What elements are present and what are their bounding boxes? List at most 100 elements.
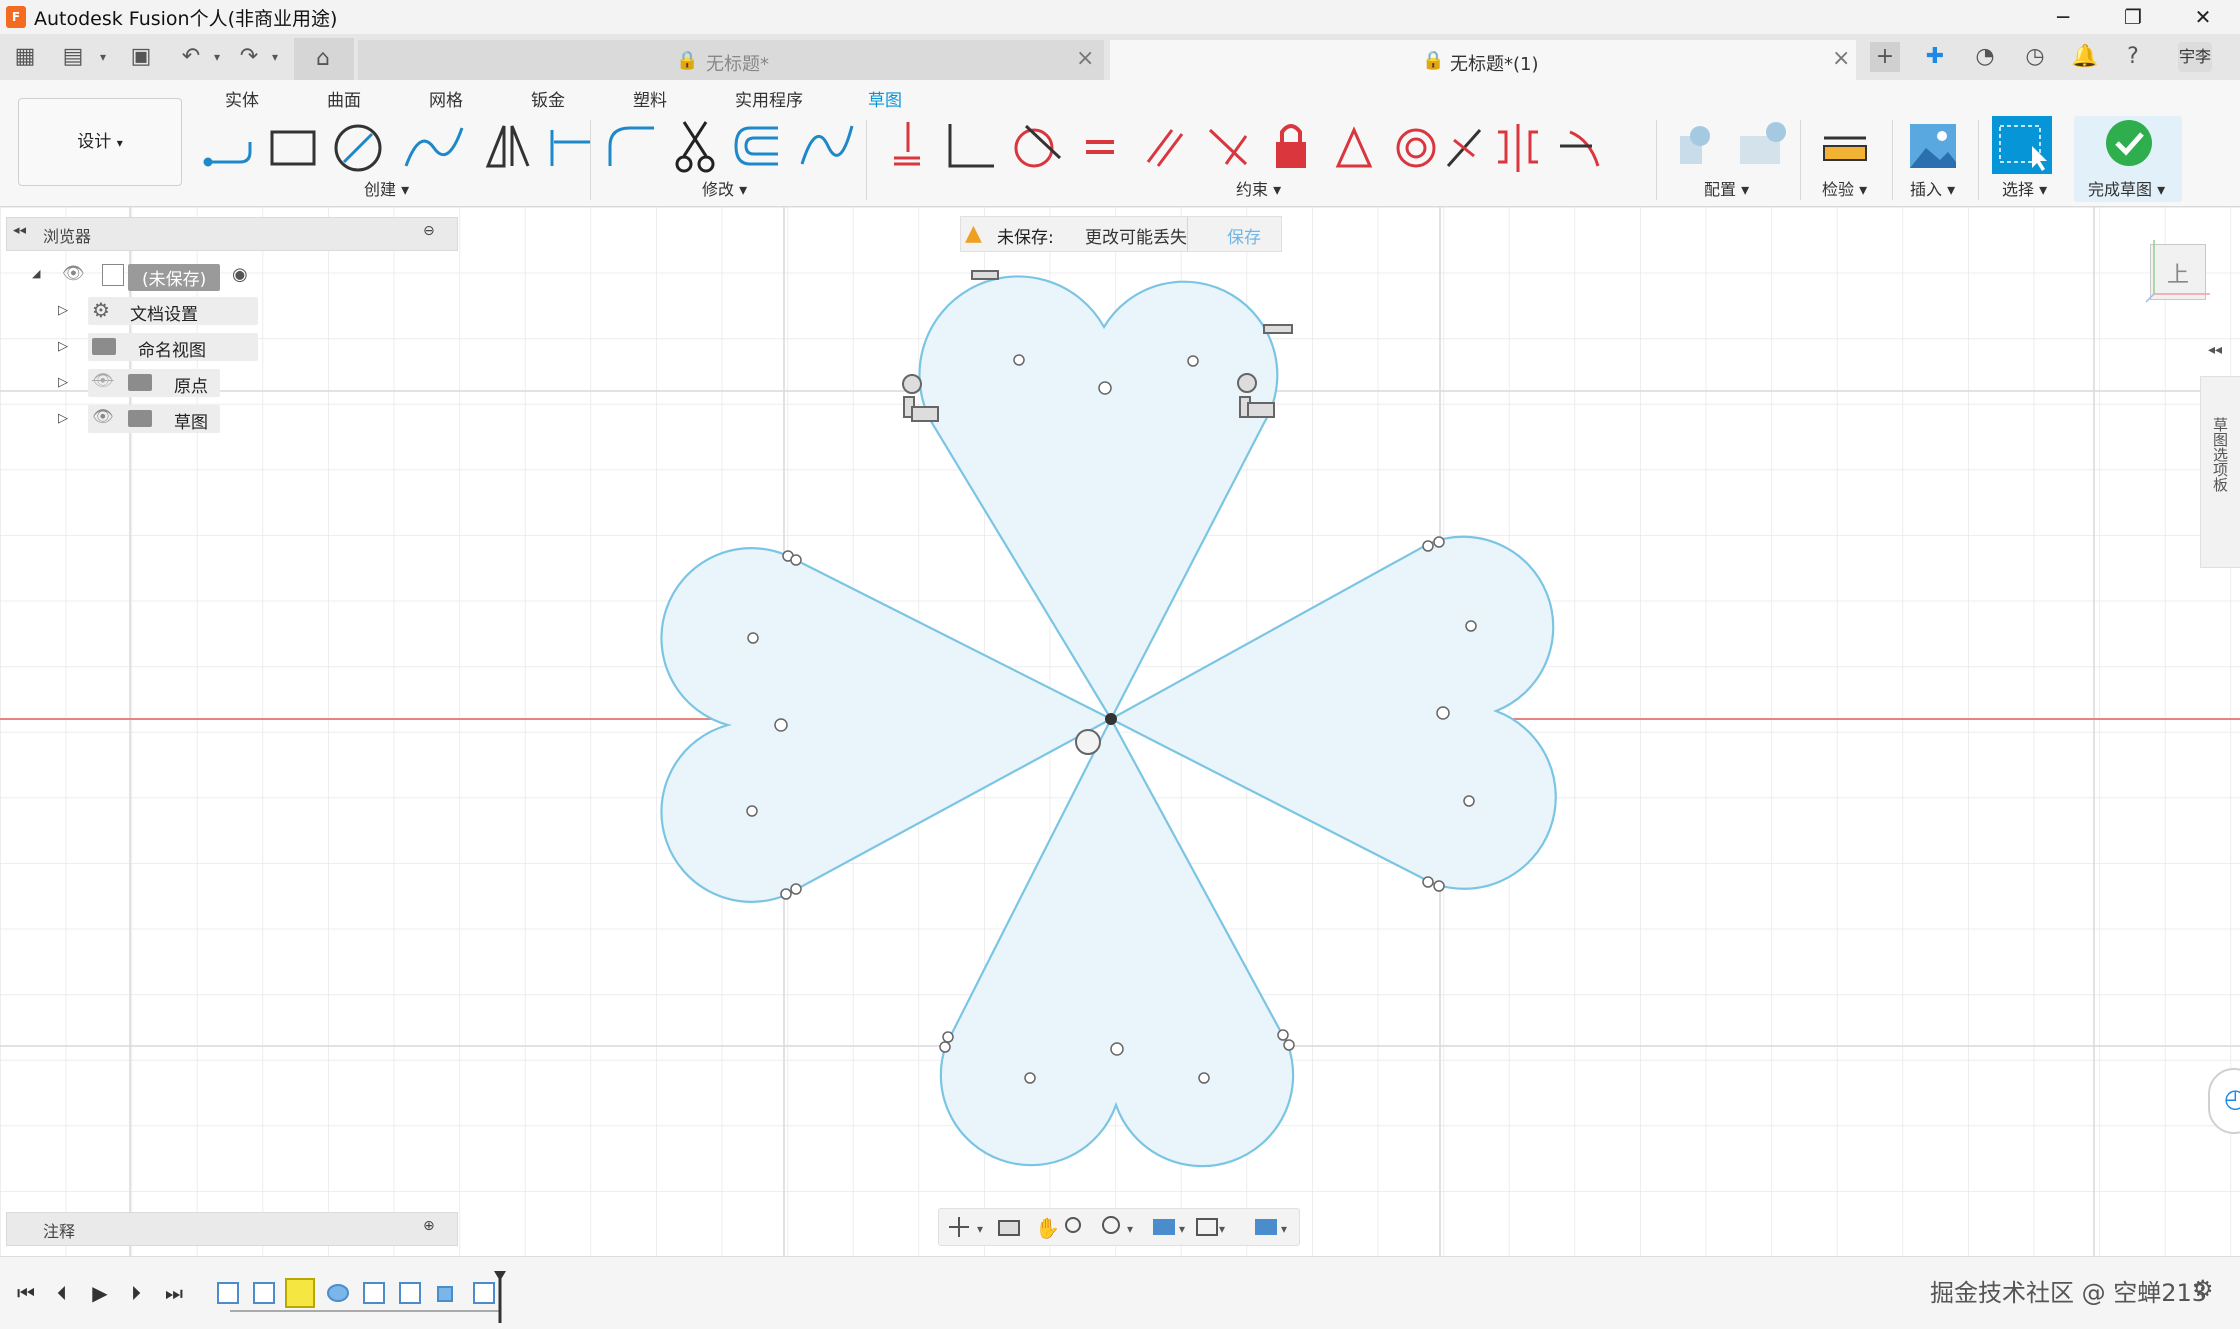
inspect-group-label[interactable]: 检验 ▾: [1822, 176, 1867, 200]
configure-table-icon[interactable]: [1736, 118, 1792, 174]
file-dropdown-icon[interactable]: ▾: [88, 42, 118, 72]
save-icon[interactable]: ▣: [126, 42, 156, 72]
coincident-constraint-icon: [894, 122, 920, 166]
sketch-canvas[interactable]: [0, 207, 2240, 1256]
configure-parameters-icon[interactable]: [1676, 118, 1732, 174]
tab-sketch[interactable]: 草图: [858, 84, 912, 117]
collapsed-arrow-icon[interactable]: ▷: [58, 411, 68, 426]
unsaved-message: 更改可能丢失: [1085, 228, 1187, 248]
lock-icon: 🔒: [676, 50, 699, 71]
collapse-panel-icon[interactable]: ◂◂: [13, 223, 26, 238]
tab-utilities[interactable]: 实用程序: [735, 86, 803, 111]
tab-mesh[interactable]: 网格: [429, 86, 463, 111]
user-avatar[interactable]: 宇李: [2178, 42, 2212, 72]
tab-solid[interactable]: 实体: [225, 86, 259, 111]
chevron-down-icon: ▾: [977, 1222, 983, 1236]
constraints-group-label[interactable]: 约束 ▾: [1236, 176, 1281, 200]
insert-image-icon[interactable]: [1906, 118, 1962, 174]
minimize-panel-icon[interactable]: ⊖: [423, 223, 435, 239]
browser-item-label: 文档设置: [130, 305, 198, 325]
document-tab-inactive[interactable]: 🔒 无标题* ×: [358, 40, 1104, 80]
minimize-button[interactable]: ─: [2028, 0, 2098, 34]
title-bar: F Autodesk Fusion个人(非商业用途) ─ ❐ ✕: [0, 0, 2240, 34]
finish-sketch-button[interactable]: 完成草图 ▾: [2074, 116, 2182, 202]
collapsed-arrow-icon[interactable]: ▷: [58, 339, 68, 354]
go-to-start-icon[interactable]: ⏮: [12, 1279, 40, 1307]
ribbon-separator: [590, 120, 591, 200]
undo-dropdown-icon[interactable]: ▾: [202, 42, 232, 72]
expand-panel-icon[interactable]: ⊕: [423, 1218, 435, 1234]
insert-group-label[interactable]: 插入 ▾: [1910, 176, 1955, 200]
browser-item-doc-settings[interactable]: ▷ ⚙ 文档设置: [58, 296, 258, 326]
tab-surface[interactable]: 曲面: [327, 86, 361, 111]
axis-triad: [2145, 240, 2210, 303]
close-tab-icon[interactable]: ×: [1076, 46, 1094, 71]
workspace-label: 设计: [77, 132, 112, 152]
visibility-eye-icon[interactable]: 👁: [92, 407, 114, 427]
job-status-icon[interactable]: ◔: [1970, 42, 2000, 72]
collapsed-arrow-icon[interactable]: ▷: [58, 303, 68, 318]
restore-button[interactable]: ❐: [2098, 0, 2168, 34]
new-tab-icon[interactable]: +: [1870, 42, 1900, 72]
sketch-palette-tab[interactable]: 草图选项板: [2200, 376, 2240, 568]
browser-item-sketches[interactable]: ▷ 👁 草图: [58, 404, 258, 434]
create-group-label[interactable]: 创建 ▾: [364, 176, 409, 200]
modify-group-label[interactable]: 修改 ▾: [702, 176, 747, 200]
checkmark-icon: [2106, 120, 2152, 166]
measure-ruler-icon[interactable]: [1818, 118, 1874, 174]
configure-group-label[interactable]: 配置 ▾: [1704, 176, 1749, 200]
step-back-icon[interactable]: ⏴: [48, 1279, 76, 1307]
collapsed-arrow-icon[interactable]: ▷: [58, 375, 68, 390]
save-link[interactable]: 保存: [1227, 223, 1261, 248]
tangent-constraint-glyph: [902, 374, 922, 394]
tab-label: 无标题*(1): [1450, 54, 1539, 75]
help-icon[interactable]: ?: [2118, 42, 2148, 72]
sketch-feature-icon: [473, 1282, 495, 1304]
tab-sheet-metal[interactable]: 钣金: [531, 86, 565, 111]
visibility-eye-icon[interactable]: 👁: [62, 263, 85, 284]
expand-palette-icon[interactable]: ◂◂: [2196, 336, 2240, 372]
browser-panel-header[interactable]: ◂◂ 浏览器 ⊖: [6, 217, 458, 251]
step-forward-icon[interactable]: ⏵: [122, 1279, 150, 1307]
concentric-constraint-icon: [1396, 128, 1436, 168]
file-menu-icon[interactable]: ▤: [58, 42, 88, 72]
timeline-settings-gear-icon[interactable]: ⚙: [2192, 1275, 2214, 1303]
unsaved-status: 未保存:: [997, 228, 1054, 248]
home-icon: ⌂: [316, 46, 330, 71]
zoom-window-icon: [1102, 1216, 1120, 1234]
select-group-label[interactable]: 选择 ▾: [2002, 176, 2047, 200]
equal-constraint-glyph: [1263, 324, 1293, 334]
midpoint-constraint-icon: [1446, 129, 1482, 167]
pan-hand-icon: ✋: [1035, 1216, 1060, 1240]
tangent-constraint-glyph: [1237, 373, 1257, 393]
document-tab-active[interactable]: 🔒 无标题*(1) ×: [1110, 40, 1856, 80]
go-to-end-icon[interactable]: ⏭: [160, 1279, 188, 1307]
expanded-arrow-icon[interactable]: ◢: [32, 267, 40, 280]
hidden-eye-icon[interactable]: 👁: [92, 371, 114, 391]
assistant-bubble[interactable]: ◴: [2208, 1068, 2240, 1134]
play-icon[interactable]: ▶: [86, 1279, 114, 1307]
ribbon-separator: [1656, 120, 1657, 200]
browser-item-named-views[interactable]: ▷ 命名视图: [58, 332, 258, 362]
orbit-icon: [949, 1217, 969, 1237]
select-window-icon[interactable]: [1992, 116, 2052, 174]
notification-bell-icon[interactable]: 🔔: [2070, 42, 2100, 72]
notes-panel-header[interactable]: 注释 ⊕: [6, 1212, 458, 1246]
home-tab[interactable]: ⌂: [294, 38, 354, 80]
finish-sketch-label: 完成草图 ▾: [2088, 180, 2166, 199]
timeline-features[interactable]: [210, 1271, 520, 1325]
activate-radio-icon[interactable]: ◉: [232, 264, 248, 285]
close-tab-icon[interactable]: ×: [1832, 46, 1850, 71]
redo-dropdown-icon[interactable]: ▾: [260, 42, 290, 72]
chevron-down-icon: ▾: [1219, 1222, 1225, 1236]
tab-plastic[interactable]: 塑料: [633, 86, 667, 111]
browser-item-origin[interactable]: ▷ 👁 原点: [58, 368, 258, 398]
history-icon[interactable]: ◷: [2020, 42, 2050, 72]
ribbon-separator: [1800, 120, 1801, 200]
browser-root-node[interactable]: ◢ 👁 (未保存) ◉: [32, 260, 272, 291]
app-grid-icon[interactable]: ▦: [10, 42, 40, 72]
browser-title: 浏览器: [43, 227, 92, 246]
workspace-switcher-button[interactable]: 设计 ▾: [18, 98, 182, 186]
close-window-button[interactable]: ✕: [2168, 0, 2238, 34]
extensions-icon[interactable]: ✚: [1920, 42, 1950, 72]
